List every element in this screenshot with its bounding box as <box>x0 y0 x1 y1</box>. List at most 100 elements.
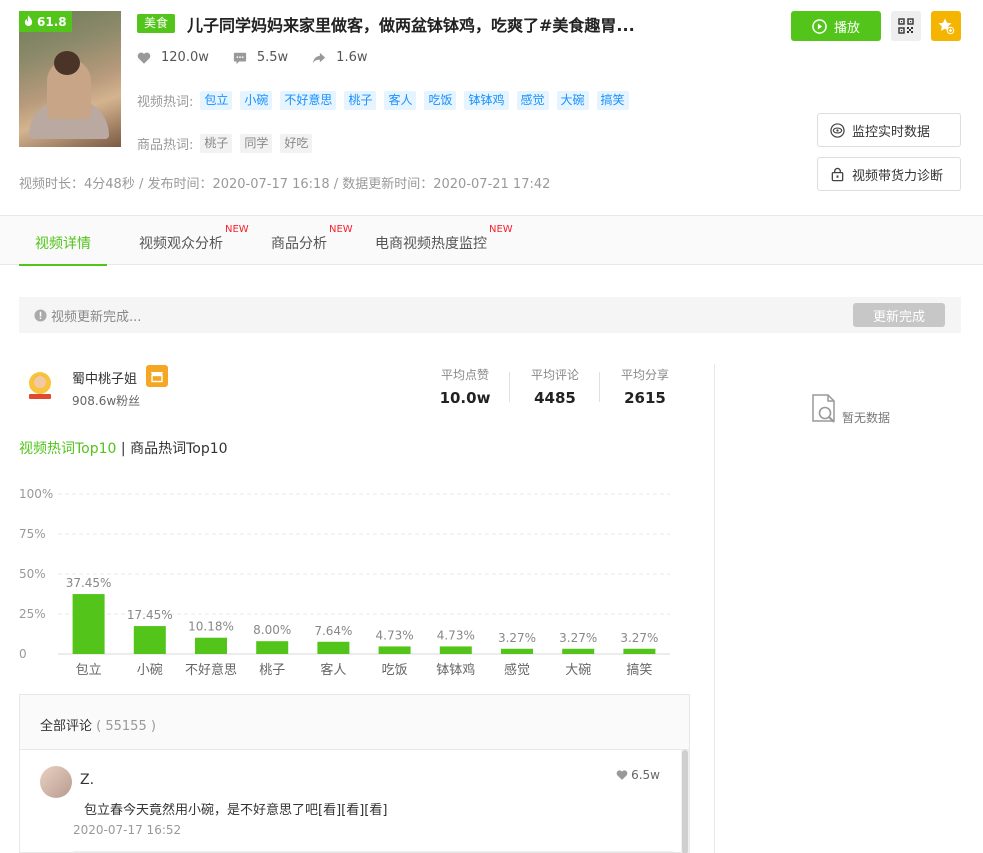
author-fans: 908.6w粉丝 <box>72 394 141 408</box>
shop-icon[interactable] <box>146 365 168 387</box>
goods-words-label: 商品热词: <box>137 138 194 153</box>
empty-search-icon <box>812 394 835 423</box>
tab-heat-monitor[interactable]: 电商视频热度监控 <box>375 233 487 253</box>
no-data-placeholder: 暂无数据 <box>810 394 890 426</box>
comments-scrollbar[interactable] <box>681 750 689 853</box>
hot-word-tag[interactable]: 吃饭 <box>424 91 457 110</box>
data-label: 3.27% <box>620 631 658 645</box>
y-tick-label: 0 <box>19 647 27 661</box>
data-label: 37.45% <box>66 576 112 590</box>
hot-score-value: 61.8 <box>37 14 67 29</box>
bar <box>378 646 411 654</box>
hot-word-tag[interactable]: 大碗 <box>556 91 589 110</box>
hot-words-label: 视频热词: <box>137 95 194 110</box>
comments-header: 全部评论 ( 55155 ) <box>20 695 689 750</box>
shares-stat: 1.6w <box>312 50 367 65</box>
goods-words-row: 商品热词: 桃子 同学 好吃 <box>137 134 320 153</box>
author-avatar[interactable] <box>22 368 58 404</box>
data-label: 4.73% <box>376 628 414 642</box>
eye-icon <box>830 122 845 138</box>
hot-word-tag[interactable]: 钵钵鸡 <box>464 91 509 110</box>
comments-stat: 5.5w <box>233 50 288 65</box>
goods-keywords-top10-tab[interactable]: 商品热词Top10 <box>130 441 227 457</box>
data-label: 3.27% <box>559 631 597 645</box>
active-tab-indicator <box>19 264 107 266</box>
hot-word-tag[interactable]: 感觉 <box>516 91 549 110</box>
video-keywords-top10-tab[interactable]: 视频热词Top10 <box>19 441 116 457</box>
star-add-icon <box>938 18 955 35</box>
x-tick-label: 吃饭 <box>382 662 408 678</box>
play-icon <box>812 18 827 34</box>
data-label: 7.64% <box>314 624 352 638</box>
new-badge: NEW <box>489 224 513 235</box>
y-tick-label: 25% <box>19 607 46 621</box>
x-tick-label: 大碗 <box>565 662 591 678</box>
hot-words-bar-chart: 0 25% 50% 75% 100% 37.45% 包立 17.45% 小碗 10.18% 不好意思… <box>19 487 670 678</box>
share-icon <box>313 52 326 63</box>
tab-audience-analysis[interactable]: 视频观众分析 <box>139 233 223 253</box>
tab-video-details[interactable]: 视频详情 <box>35 233 91 253</box>
hot-word-tag[interactable]: 客人 <box>384 91 417 110</box>
commenter-name[interactable]: Z. <box>80 772 94 788</box>
likes-stat: 120.0w <box>137 50 209 65</box>
hot-word-tag[interactable]: 桃子 <box>344 91 377 110</box>
category-tag: 美食 <box>137 14 176 33</box>
bar <box>562 648 595 654</box>
video-meta: 视频时长：4分48秒 / 发布时间：2020-07-17 16:18 / 数据更… <box>19 177 551 192</box>
bar <box>501 648 533 654</box>
x-tick-label: 感觉 <box>504 662 530 678</box>
comment-time: 2020-07-17 16:52 <box>73 823 182 837</box>
play-button[interactable]: 播放 <box>791 11 881 41</box>
lock-bag-icon <box>831 167 844 181</box>
flame-icon <box>24 15 33 27</box>
update-notice: 视频更新完成... 更新完成 <box>19 297 961 333</box>
tab-product-analysis[interactable]: 商品分析 <box>271 233 327 253</box>
comment-icon <box>233 52 246 64</box>
avg-shares: 平均分享 2615 <box>620 368 669 407</box>
hot-word-tag[interactable]: 包立 <box>200 91 233 110</box>
goods-word-tag[interactable]: 桃子 <box>200 134 233 153</box>
video-stats: 120.0w 5.5w 1.6w <box>137 50 391 65</box>
panel-divider <box>714 364 715 853</box>
heart-icon <box>616 770 628 780</box>
monitor-realtime-button[interactable]: 监控实时数据 <box>817 113 961 147</box>
comments-count: ( 55155 ) <box>96 719 156 734</box>
x-tick-label: 钵钵鸡 <box>436 662 475 678</box>
comments-panel: 全部评论 ( 55155 ) Z. 6.5w 包立春今天竟然用小碗，是不好意思了… <box>19 694 690 853</box>
bar <box>439 646 472 654</box>
avg-comments: 平均评论 4485 <box>530 368 579 407</box>
goods-word-tag[interactable]: 同学 <box>240 134 273 153</box>
author-name[interactable]: 蜀中桃子姐 <box>72 368 137 387</box>
qr-code-button[interactable] <box>891 11 921 41</box>
x-tick-label: 不好意思 <box>185 662 237 678</box>
stat-divider <box>509 372 510 402</box>
sales-diagnosis-button[interactable]: 视频带货力诊断 <box>817 157 961 191</box>
x-tick-label: 小碗 <box>137 662 163 678</box>
new-badge: NEW <box>329 224 353 235</box>
heart-icon <box>137 52 151 64</box>
update-complete-button[interactable]: 更新完成 <box>853 303 945 327</box>
data-label: 10.18% <box>188 620 234 634</box>
goods-word-tag[interactable]: 好吃 <box>280 134 313 153</box>
avg-likes: 平均点赞 10.0w <box>439 368 491 407</box>
hot-words-row: 视频热词: 包立 小碗 不好意思 桃子 客人 吃饭 钵钵鸡 感觉 大碗 搞笑 <box>137 91 637 110</box>
data-label: 17.45% <box>127 608 173 622</box>
x-tick-label: 搞笑 <box>626 662 652 678</box>
favorite-button[interactable] <box>931 11 961 41</box>
x-tick-label: 客人 <box>320 662 346 678</box>
bar <box>623 648 656 654</box>
bar <box>317 641 350 654</box>
hot-word-tag[interactable]: 不好意思 <box>280 91 337 110</box>
bar <box>256 641 289 654</box>
hot-score-badge: 61.8 <box>19 11 72 32</box>
new-badge: NEW <box>225 224 249 235</box>
avatar-illustration <box>22 368 58 404</box>
comment-text: 包立春今天竟然用小碗，是不好意思了吧[看][看][看] <box>84 803 388 818</box>
comment-likes: 6.5w <box>616 768 660 782</box>
hot-word-tag[interactable]: 搞笑 <box>596 91 629 110</box>
hot-word-tag[interactable]: 小碗 <box>240 91 273 110</box>
commenter-avatar[interactable] <box>40 766 72 798</box>
video-title[interactable]: 儿子同学妈妈来家里做客，做两盆钵钵鸡，吃爽了#美食趣胃... <box>187 12 635 36</box>
data-label: 4.73% <box>437 628 475 642</box>
bar <box>72 594 105 654</box>
